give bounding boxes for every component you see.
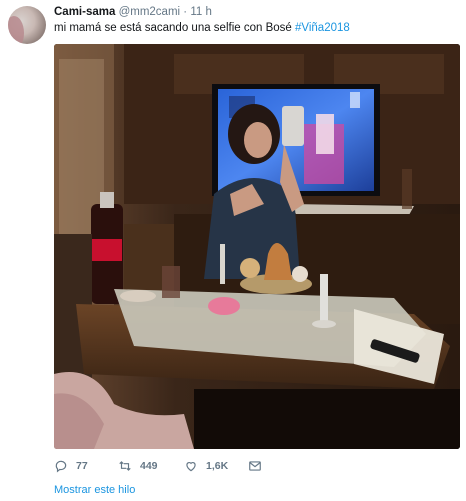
author-handle[interactable]: @mm2cami (119, 6, 181, 18)
reply-count: 77 (76, 460, 88, 472)
reply-icon (55, 460, 67, 473)
direct-message-action[interactable] (248, 456, 270, 476)
like-icon (186, 462, 196, 472)
avatar[interactable] (8, 6, 46, 44)
photo-scene (54, 44, 460, 449)
tweet-text-body: mi mamá se está sacando una selfie con B… (54, 22, 295, 34)
retweet-count: 449 (140, 460, 158, 472)
direct-message-icon (249, 461, 261, 471)
reply-action[interactable]: 77 (54, 456, 88, 476)
show-thread-link[interactable]: Mostrar este hilo (54, 484, 135, 496)
tweet-timestamp[interactable]: 11 h (190, 6, 212, 18)
tweet-text: mi mamá se está sacando una selfie con B… (54, 22, 350, 34)
tweet-photo[interactable] (54, 44, 460, 449)
retweet-action[interactable]: 449 (118, 456, 158, 476)
like-count: 1,6K (206, 460, 229, 472)
retweet-icon (119, 461, 131, 471)
like-action[interactable]: 1,6K (184, 456, 228, 476)
tweet-header: Cami-sama @mm2cami · 11 h (54, 6, 212, 18)
separator-dot: · (183, 6, 188, 18)
tweet[interactable]: Cami-sama @mm2cami · 11 h mi mamá se est… (0, 0, 466, 501)
author-name[interactable]: Cami-sama (54, 6, 115, 18)
hashtag-link[interactable]: #Viña2018 (295, 22, 350, 34)
